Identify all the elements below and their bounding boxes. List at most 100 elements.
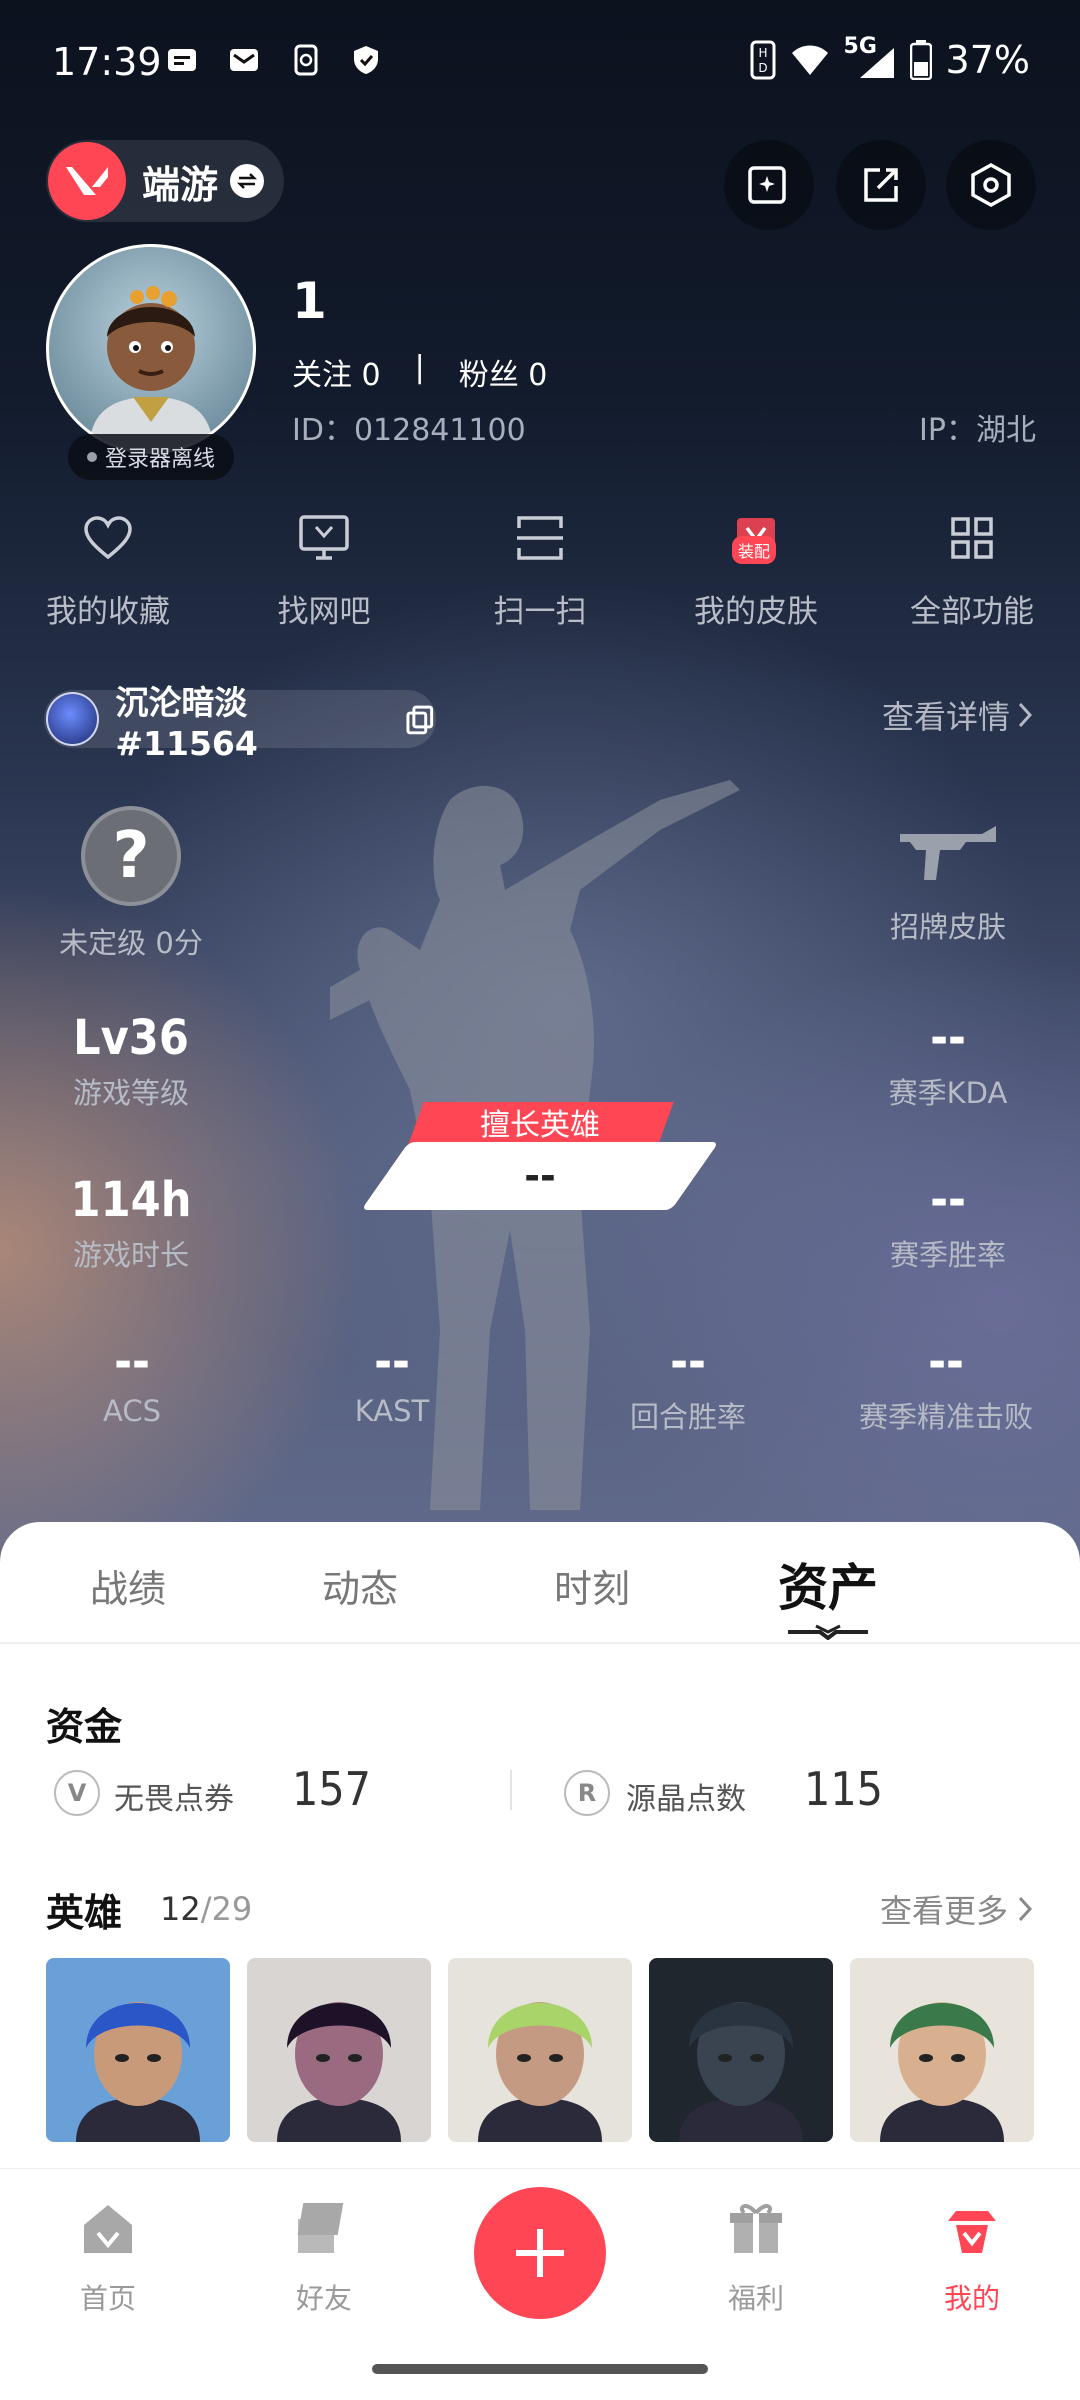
ip-location: IP：湖北 [919, 413, 1036, 448]
tab-moments[interactable]: 时刻 [554, 1558, 630, 1613]
plus-icon [516, 2229, 564, 2277]
kast-stat: -- KAST [312, 1334, 472, 1428]
agent-card[interactable] [247, 1958, 431, 2142]
func-favorites[interactable]: 我的收藏 [0, 510, 216, 640]
tab-active-indicator [788, 1624, 868, 1640]
nav-home[interactable]: 首页 [38, 2199, 178, 2317]
status-right: HD 5G 37% [750, 34, 1030, 82]
agent-card[interactable] [850, 1958, 1034, 2142]
settings-button[interactable] [946, 140, 1036, 230]
follow-label: 关注 [292, 358, 352, 393]
fans-stat[interactable]: 粉丝 0 [459, 350, 548, 394]
gift-icon [730, 2204, 782, 2253]
func-all-features[interactable]: 全部功能 [864, 510, 1080, 640]
phone-sync-icon [294, 44, 318, 76]
round-win-stat: -- 回合胜率 [598, 1334, 778, 1436]
agent-card[interactable] [649, 1958, 833, 2142]
card-skin-stat[interactable]: 招牌皮肤 [858, 820, 1038, 946]
view-more-link[interactable]: 查看更多 [880, 1886, 1034, 1932]
kast-label: KAST [354, 1394, 430, 1428]
share-button[interactable] [836, 140, 926, 230]
login-status-text: 登录器离线 [104, 447, 215, 472]
card-skin-label: 招牌皮肤 [889, 910, 1006, 944]
nav-label: 好友 [295, 2282, 352, 2315]
hd-icon: HD [750, 40, 776, 80]
kast-value: -- [374, 1334, 410, 1390]
tab-feed[interactable]: 动态 [322, 1558, 398, 1613]
heroes-owned: 12 [160, 1890, 201, 1928]
kda-stat: -- 赛季KDA [858, 1010, 1038, 1112]
follow-separator: | [414, 350, 425, 385]
message-icon [168, 49, 196, 71]
copy-icon[interactable] [404, 703, 436, 735]
status-dot [86, 452, 97, 462]
func-scan[interactable]: 扫一扫 [432, 510, 648, 640]
svg-text:H: H [758, 46, 767, 60]
round-win-value: -- [670, 1334, 706, 1390]
valorant-logo-icon [48, 142, 126, 220]
main-hero-value: -- [361, 1142, 719, 1210]
fans-count: 0 [528, 358, 548, 393]
riot-account-chip[interactable]: 沉沦暗淡#11564 [44, 683, 436, 763]
nav-friends[interactable]: 好友 [254, 2199, 394, 2317]
nav-me[interactable]: 我的 [902, 2199, 1042, 2317]
svg-text:D: D [758, 61, 767, 75]
edit-card-button[interactable] [724, 140, 814, 230]
view-details-link[interactable]: 查看详情 [882, 692, 1034, 738]
agent-portrait-reyna [247, 1958, 431, 2142]
vp-label: 无畏点券 [114, 1782, 234, 1817]
acs-value: -- [114, 1334, 150, 1390]
nav-benefits[interactable]: 福利 [686, 2199, 826, 2317]
avatar-character-icon [89, 286, 213, 451]
follow-count: 0 [361, 358, 381, 393]
precise-kill-value: -- [928, 1334, 964, 1390]
agent-portrait-neon [46, 1958, 230, 2142]
funds-divider [510, 1770, 512, 1810]
profile-tabs: 战绩 动态 时刻 资产 [0, 1522, 1080, 1644]
nickname: 1 [292, 272, 327, 330]
rank-stat[interactable]: ? 未定级 0分 [56, 806, 206, 962]
level-stat: Lv36 游戏等级 [56, 1010, 206, 1112]
agent-card[interactable] [46, 1958, 230, 2142]
agent-portrait-gekko [448, 1958, 632, 2142]
hours-value: 114h [70, 1172, 192, 1228]
follow-stat[interactable]: 关注 0 [292, 350, 381, 394]
share-icon [864, 168, 898, 202]
settings-hex-icon [971, 162, 1011, 208]
battery-percent: 37% [945, 38, 1030, 82]
tab-record[interactable]: 战绩 [90, 1558, 166, 1613]
monitor-icon [299, 515, 349, 560]
chevron-right-icon [1018, 702, 1033, 728]
login-status-badge: 登录器离线 [68, 434, 234, 480]
game-name: 端游 [142, 162, 219, 207]
main-hero-value-text: -- [524, 1154, 556, 1198]
avatar[interactable] [46, 244, 256, 454]
func-label: 我的收藏 [46, 594, 170, 630]
func-label: 我的皮肤 [694, 594, 818, 630]
precise-kill-label: 赛季精准击败 [858, 1400, 1033, 1434]
unranked-icon: ? [81, 806, 181, 906]
acs-label: ACS [103, 1394, 161, 1428]
hours-label: 游戏时长 [72, 1238, 189, 1272]
func-label: 找网吧 [277, 594, 371, 630]
nav-label: 福利 [727, 2282, 784, 2315]
cellular-signal: 5G [844, 34, 896, 80]
level-label: 游戏等级 [72, 1076, 189, 1110]
precise-kill-stat: -- 赛季精准击败 [846, 1334, 1046, 1436]
battery-icon [909, 40, 932, 80]
create-post-button[interactable] [474, 2187, 606, 2319]
game-switch-button[interactable]: 端游 [46, 140, 284, 222]
heroes-count: 12/29 [160, 1890, 252, 1928]
nav-label: 我的 [943, 2282, 1000, 2315]
hours-stat: 114h 游戏时长 [56, 1172, 206, 1274]
round-win-label: 回合胜率 [629, 1400, 746, 1434]
nav-label: 首页 [79, 2282, 136, 2315]
func-find-netcafe[interactable]: 找网吧 [216, 510, 432, 640]
func-label: 全部功能 [910, 594, 1034, 630]
func-my-skins[interactable]: 装配 我的皮肤 [648, 510, 864, 640]
function-row: 我的收藏 找网吧 扫一扫 装配 我的皮肤 全部功能 [0, 510, 1080, 640]
tab-assets[interactable]: 资产 [778, 1548, 878, 1620]
heart-icon [84, 516, 132, 560]
kda-value: -- [930, 1010, 966, 1066]
agent-card[interactable] [448, 1958, 632, 2142]
